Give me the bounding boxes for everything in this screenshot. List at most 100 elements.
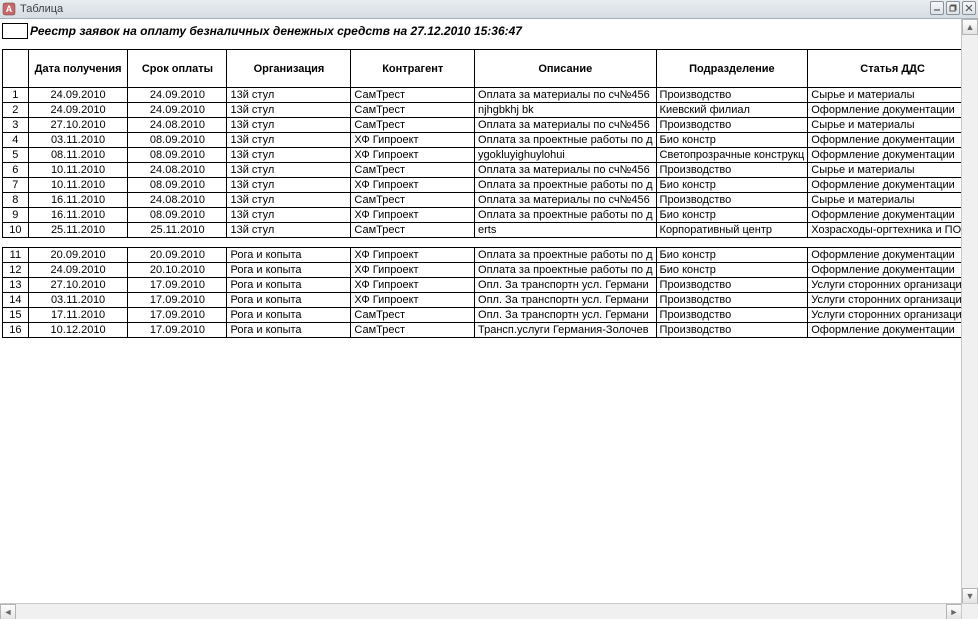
cell[interactable]: Био констр	[656, 208, 808, 223]
cell[interactable]: Био констр	[656, 178, 808, 193]
cell[interactable]: Оформление документации	[808, 178, 978, 193]
cell[interactable]: Оплата за материалы по сч№456	[475, 118, 657, 133]
cell[interactable]: Производство	[656, 323, 808, 338]
cell[interactable]: 14	[3, 293, 29, 308]
table-row[interactable]: 403.11.201008.09.201013й стулХФ Гипроект…	[3, 133, 978, 148]
horizontal-scrollbar[interactable]: ◄ ►	[0, 603, 962, 619]
cell[interactable]: Оплата за проектные работы по д	[475, 248, 657, 263]
scroll-down-icon[interactable]: ▼	[962, 588, 978, 604]
cell[interactable]: СамТрест	[351, 223, 475, 238]
cell[interactable]: 12	[3, 263, 29, 278]
cell[interactable]: 20.09.2010	[28, 248, 128, 263]
cell[interactable]: Хозрасходы-оргтехника и ПО	[808, 223, 978, 238]
cell[interactable]: Оплата за проектные работы по д	[475, 133, 657, 148]
cell[interactable]: 13й стул	[227, 88, 351, 103]
col-dds[interactable]: Статья ДДС	[808, 50, 978, 88]
restore-button[interactable]	[946, 1, 960, 15]
cell[interactable]: 2	[3, 103, 29, 118]
cell[interactable]: Био констр	[656, 248, 808, 263]
cell[interactable]: Опл. За транспортн усл. Германи	[475, 278, 657, 293]
cell[interactable]: 24.08.2010	[128, 163, 227, 178]
cell[interactable]: 13й стул	[227, 193, 351, 208]
cell[interactable]: 10.11.2010	[28, 178, 128, 193]
cell[interactable]: Рога и копыта	[227, 293, 351, 308]
cell[interactable]: 17.09.2010	[128, 293, 227, 308]
cell[interactable]: 08.11.2010	[28, 148, 128, 163]
cell[interactable]: Био констр	[656, 263, 808, 278]
cell[interactable]: 13й стул	[227, 148, 351, 163]
cell[interactable]: Опл. За транспортн усл. Германи	[475, 308, 657, 323]
cell[interactable]: СамТрест	[351, 323, 475, 338]
cell[interactable]: Оплата за проектные работы по д	[475, 178, 657, 193]
table-row[interactable]: 224.09.201024.09.201013й стулСамТрестnjh…	[3, 103, 978, 118]
cell[interactable]: 7	[3, 178, 29, 193]
cell[interactable]: 24.09.2010	[28, 88, 128, 103]
cell[interactable]: 08.09.2010	[128, 148, 227, 163]
close-button[interactable]	[962, 1, 976, 15]
hscroll-track[interactable]	[16, 604, 946, 619]
col-description[interactable]: Описание	[475, 50, 657, 88]
cell[interactable]: Сырье и материалы	[808, 193, 978, 208]
cell[interactable]: СамТрест	[351, 163, 475, 178]
table-row[interactable]: 508.11.201008.09.201013й стулХФ Гипроект…	[3, 148, 978, 163]
cell[interactable]: Рога и копыта	[227, 248, 351, 263]
table-row[interactable]: 1120.09.201020.09.2010Рога и копытаХФ Ги…	[3, 248, 978, 263]
table-row[interactable]: 710.11.201008.09.201013й стулХФ Гипроект…	[3, 178, 978, 193]
cell[interactable]: 27.10.2010	[28, 118, 128, 133]
table-row[interactable]: 1610.12.201017.09.2010Рога и копытаСамТр…	[3, 323, 978, 338]
col-date-received[interactable]: Дата получения	[28, 50, 128, 88]
cell[interactable]: 13й стул	[227, 178, 351, 193]
table-row[interactable]: 816.11.201024.08.201013й стулСамТрестОпл…	[3, 193, 978, 208]
cell[interactable]: Оформление документации	[808, 323, 978, 338]
cell[interactable]: 08.09.2010	[128, 208, 227, 223]
cell[interactable]: 13й стул	[227, 208, 351, 223]
cell[interactable]: Сырье и материалы	[808, 88, 978, 103]
cell[interactable]: Био констр	[656, 133, 808, 148]
cell[interactable]: Оплата за проектные работы по д	[475, 263, 657, 278]
cell[interactable]: ХФ Гипроект	[351, 178, 475, 193]
cell[interactable]: 6	[3, 163, 29, 178]
cell[interactable]: 3	[3, 118, 29, 133]
table-row[interactable]: 916.11.201008.09.201013й стулХФ Гипроект…	[3, 208, 978, 223]
cell[interactable]: 13	[3, 278, 29, 293]
table-row[interactable]: 1025.11.201025.11.201013й стулСамТрестer…	[3, 223, 978, 238]
vscroll-track[interactable]	[962, 35, 978, 588]
cell[interactable]: Опл. За транспортн усл. Германи	[475, 293, 657, 308]
cell[interactable]: Сырье и материалы	[808, 118, 978, 133]
cell[interactable]: Услуги сторонних организаций	[808, 278, 978, 293]
cell[interactable]: 4	[3, 133, 29, 148]
cell[interactable]: Сырье и материалы	[808, 163, 978, 178]
cell[interactable]: Услуги сторонних организаций	[808, 308, 978, 323]
cell[interactable]: СамТрест	[351, 103, 475, 118]
cell[interactable]: Производство	[656, 308, 808, 323]
cell[interactable]: Производство	[656, 193, 808, 208]
col-counterparty[interactable]: Контрагент	[351, 50, 475, 88]
cell[interactable]: Оплата за материалы по сч№456	[475, 193, 657, 208]
cell[interactable]: 03.11.2010	[28, 133, 128, 148]
scroll-left-icon[interactable]: ◄	[0, 604, 16, 619]
vertical-scrollbar[interactable]: ▲ ▼	[961, 19, 978, 604]
cell[interactable]: Производство	[656, 278, 808, 293]
cell[interactable]: СамТрест	[351, 118, 475, 133]
table-row[interactable]: 610.11.201024.08.201013й стулСамТрестОпл…	[3, 163, 978, 178]
table-row[interactable]: 1403.11.201017.09.2010Рога и копытаХФ Ги…	[3, 293, 978, 308]
cell[interactable]: 08.09.2010	[128, 133, 227, 148]
table-row[interactable]: 1327.10.201017.09.2010Рога и копытаХФ Ги…	[3, 278, 978, 293]
cell[interactable]: Рога и копыта	[227, 278, 351, 293]
cell[interactable]: 17.09.2010	[128, 308, 227, 323]
cell[interactable]: ХФ Гипроект	[351, 148, 475, 163]
cell[interactable]: 13й стул	[227, 223, 351, 238]
cell[interactable]: Услуги сторонних организаций	[808, 293, 978, 308]
cell[interactable]: Трансп.услуги Германия-Золочев	[475, 323, 657, 338]
cell[interactable]: 17.09.2010	[128, 278, 227, 293]
cell[interactable]: Оплата за материалы по сч№456	[475, 88, 657, 103]
cell[interactable]: 8	[3, 193, 29, 208]
table-row[interactable]: 1224.09.201020.10.2010Рога и копытаХФ Ги…	[3, 263, 978, 278]
cell[interactable]: Производство	[656, 88, 808, 103]
col-department[interactable]: Подразделение	[656, 50, 808, 88]
cell[interactable]: ХФ Гипроект	[351, 133, 475, 148]
cell[interactable]: Оформление документации	[808, 103, 978, 118]
cell[interactable]: 16.11.2010	[28, 208, 128, 223]
cell[interactable]: Оформление документации	[808, 248, 978, 263]
cell[interactable]: ХФ Гипроект	[351, 208, 475, 223]
